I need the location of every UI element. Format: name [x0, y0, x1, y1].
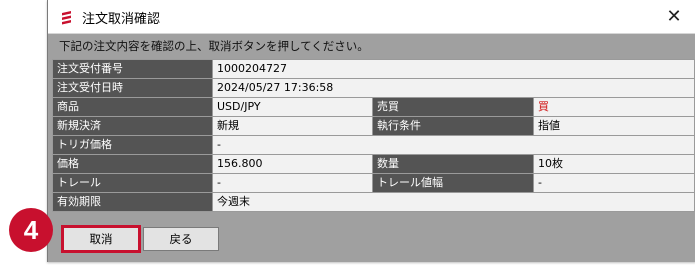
side-value: 買 — [532, 97, 695, 117]
qty-label: 数量 — [372, 154, 534, 174]
price-value: 156.800 — [212, 154, 373, 174]
order-detail-table: 注文受付番号 1000204727 注文受付日時 2024/05/27 17:3… — [52, 59, 695, 212]
trail-value: - — [212, 173, 373, 193]
app-logo-icon — [59, 9, 75, 25]
trigger-label: トリガ価格 — [52, 135, 213, 155]
receipt-time-label: 注文受付日時 — [52, 78, 213, 98]
back-button[interactable]: 戻る — [143, 227, 219, 251]
table-row: 新規決済 新規 執行条件 指値 — [52, 116, 695, 136]
table-row: 商品 USD/JPY 売買 買 — [52, 97, 695, 117]
condition-value: 指値 — [532, 116, 695, 136]
expiry-label: 有効期限 — [52, 192, 213, 212]
cancel-order-button[interactable]: 取消 — [61, 225, 141, 253]
table-row: 価格 156.800 数量 10枚 — [52, 154, 695, 174]
receipt-no-value: 1000204727 — [211, 59, 695, 79]
table-row: トリガ価格 - — [52, 135, 695, 155]
table-row: 注文受付番号 1000204727 — [52, 59, 695, 79]
step-number-badge: 4 — [9, 208, 53, 252]
expiry-value: 今週末 — [211, 192, 695, 212]
title-bar: 注文取消確認 ✕ — [48, 0, 695, 34]
side-label: 売買 — [372, 97, 534, 117]
instruction-text: 下記の注文内容を確認の上、取消ボタンを押してください。 — [59, 39, 369, 53]
table-row: 注文受付日時 2024/05/27 17:36:58 — [52, 78, 695, 98]
order-cancel-dialog: 注文取消確認 ✕ 下記の注文内容を確認の上、取消ボタンを押してください。 注文受… — [47, 0, 695, 262]
trigger-value: - — [211, 135, 695, 155]
trail-width-value: - — [532, 173, 695, 193]
trail-width-label: トレール値幅 — [372, 173, 534, 193]
price-label: 価格 — [52, 154, 213, 174]
window-title: 注文取消確認 — [82, 12, 161, 27]
receipt-time-value: 2024/05/27 17:36:58 — [211, 78, 695, 98]
close-icon: ✕ — [666, 6, 682, 27]
qty-value: 10枚 — [532, 154, 695, 174]
receipt-no-label: 注文受付番号 — [52, 59, 213, 79]
trail-label: トレール — [52, 173, 213, 193]
table-row: 有効期限 今週末 — [52, 192, 695, 212]
settlement-label: 新規決済 — [52, 116, 213, 136]
condition-label: 執行条件 — [372, 116, 534, 136]
product-label: 商品 — [52, 97, 213, 117]
settlement-value: 新規 — [212, 116, 373, 136]
table-row: トレール - トレール値幅 - — [52, 173, 695, 193]
product-value: USD/JPY — [212, 97, 373, 117]
close-button[interactable]: ✕ — [652, 0, 695, 33]
